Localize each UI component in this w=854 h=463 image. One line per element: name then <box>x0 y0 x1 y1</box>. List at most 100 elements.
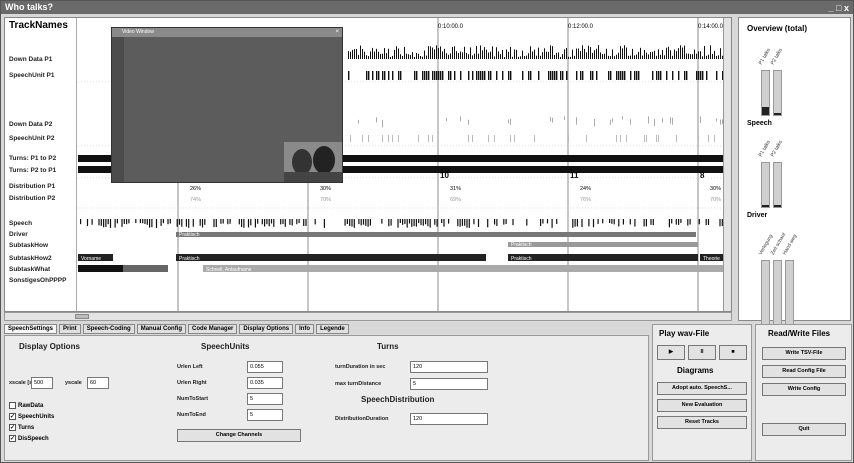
raw-data-bar <box>600 52 601 59</box>
pause-button[interactable]: II <box>688 345 716 360</box>
video-toolbar[interactable] <box>112 37 124 182</box>
scroll-thumb[interactable] <box>75 314 89 319</box>
tab-display-options[interactable]: Display Options <box>239 324 294 334</box>
tab-info[interactable]: Info <box>295 324 315 334</box>
tab-legende[interactable]: Legende <box>316 324 349 334</box>
overview-bar-fill <box>774 113 781 115</box>
raw-data-bar <box>528 53 529 59</box>
track-name: Down Data P2 <box>9 121 53 128</box>
speech-unit-field-input[interactable]: 5 <box>247 393 283 405</box>
speech-mark <box>613 219 615 225</box>
change-channels-button[interactable]: Change Channels <box>177 429 301 442</box>
track-horizontal-scrollbar[interactable] <box>4 312 732 321</box>
stop-button[interactable]: ■ <box>719 345 747 360</box>
video-window[interactable]: Video Window × <box>111 27 343 183</box>
checkbox-turns[interactable]: ✓ Turns <box>9 424 34 431</box>
raw-data-bar <box>372 47 373 59</box>
track-vertical-scrollbar[interactable] <box>723 18 731 311</box>
raw-data-bar <box>652 51 653 59</box>
speech-mark <box>360 219 362 226</box>
raw-data-bar <box>458 53 459 59</box>
speech-mark <box>238 219 240 225</box>
write-tsv-file-button[interactable]: Write TSV-File <box>762 347 846 360</box>
raw-data-bar <box>446 53 447 59</box>
quit-button[interactable]: Quit <box>762 423 846 436</box>
distribution-field-input[interactable]: 120 <box>410 413 488 425</box>
speech-mark <box>680 219 682 224</box>
raw-data-bar <box>552 117 553 123</box>
segment-bar <box>78 265 123 272</box>
speech-unit-mark <box>586 135 587 142</box>
tab-speech-coding[interactable]: Speech-Coding <box>82 324 135 334</box>
speech-mark <box>105 219 107 228</box>
speech-mark <box>107 219 109 225</box>
reset-tracks-button[interactable]: Reset Tracks <box>657 416 747 429</box>
xscale-input[interactable]: 500 <box>31 377 53 389</box>
overview-bar <box>773 260 782 332</box>
turn-field-input[interactable]: 5 <box>410 378 488 390</box>
track-name: Driver <box>9 231 28 238</box>
checkbox-box[interactable]: ✓ <box>9 435 16 442</box>
raw-data-bar <box>508 119 509 124</box>
raw-data-bar <box>686 53 687 59</box>
tab-print[interactable]: Print <box>59 324 81 334</box>
raw-data-bar <box>716 118 717 122</box>
speech-mark <box>611 219 613 224</box>
track-names-column: TrackNames Down Data P1 SpeechUnit P1 Down… <box>5 18 77 311</box>
checkbox-speechunits[interactable]: ✓ SpeechUnits <box>9 413 54 420</box>
speech-unit-mark <box>450 71 452 80</box>
speech-unit-mark <box>362 135 363 142</box>
raw-data-bar <box>428 46 429 59</box>
speech-mark <box>220 219 222 224</box>
speech-unit-mark <box>522 71 524 80</box>
adopt-auto-speech-button[interactable]: Adopt auto. SpeechS... <box>657 382 747 395</box>
checkbox-box[interactable] <box>9 402 16 409</box>
speech-unit-field-input[interactable]: 0.035 <box>247 377 283 389</box>
overview-panel: Overview (total) P1 talks P2 talks Speech P… <box>738 17 851 332</box>
raw-data-bar <box>354 49 355 59</box>
speech-unit-mark <box>566 71 568 80</box>
speech-unit-field-input[interactable]: 5 <box>247 409 283 421</box>
yscale-input[interactable]: 60 <box>87 377 109 389</box>
play-button[interactable]: ▶ <box>657 345 685 360</box>
raw-data-bar <box>548 51 549 59</box>
window-controls[interactable]: _ □ x <box>829 2 849 15</box>
new-evaluation-button[interactable]: New Evaluation <box>657 399 747 412</box>
checkbox-box[interactable]: ✓ <box>9 424 16 431</box>
speech-unit-mark <box>652 71 654 80</box>
overview-bar <box>761 162 770 208</box>
checkbox-rawdata[interactable]: RawData <box>9 402 43 409</box>
overview-bar-fill <box>762 107 769 115</box>
speech-unit-field-input[interactable]: 0.055 <box>247 361 283 373</box>
write-config-button[interactable]: Write Config <box>762 383 846 396</box>
speech-unit-mark <box>698 135 699 142</box>
raw-data-bar <box>626 47 627 59</box>
checkbox-disspeech[interactable]: ✓ DisSpeech <box>9 435 49 442</box>
checkbox-box[interactable]: ✓ <box>9 413 16 420</box>
speech-unit-mark <box>414 71 416 80</box>
raw-data-bar <box>398 48 399 59</box>
video-close-icon[interactable]: × <box>335 28 339 37</box>
speech-unit-mark <box>644 135 645 142</box>
read-config-file-button[interactable]: Read Config File <box>762 365 846 378</box>
raw-data-bar <box>556 52 557 59</box>
speech-mark <box>100 219 102 226</box>
time-label: 0:14:00.0 <box>698 24 724 30</box>
speech-unit-mark <box>432 135 433 142</box>
speech-mark <box>551 219 553 228</box>
tab-code-manager[interactable]: Code Manager <box>188 324 238 334</box>
speech-mark <box>588 219 590 227</box>
turn-field-input[interactable]: 120 <box>410 361 488 373</box>
raw-data-bar <box>350 51 351 59</box>
tab-speechsettings[interactable]: SpeechSettings <box>4 324 58 334</box>
speech-unit-mark <box>494 135 495 142</box>
speech-unit-mark <box>706 71 708 80</box>
raw-data-bar <box>586 52 587 59</box>
speech-unit-mark <box>422 71 424 80</box>
speech-mark <box>351 219 353 227</box>
speech-unit-mark <box>432 71 434 80</box>
tab-manual-config[interactable]: Manual Config <box>136 324 187 334</box>
speech-mark <box>643 219 645 227</box>
raw-data-bar <box>384 48 385 59</box>
speech-mark <box>592 219 595 228</box>
